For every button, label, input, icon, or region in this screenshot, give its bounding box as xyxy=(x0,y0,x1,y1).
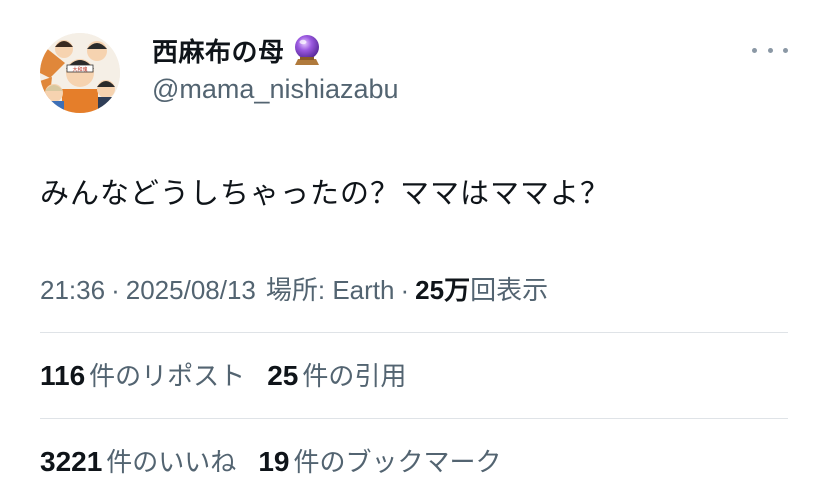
views-label: 回表示 xyxy=(470,275,549,305)
bookmarks-count: 19 xyxy=(258,446,290,477)
likes-label: 件のいいね xyxy=(106,448,237,478)
reposts-label: 件のリポスト xyxy=(89,362,246,392)
quotes-stat[interactable]: 25 件の引用 xyxy=(267,356,406,393)
avatar-illustration: 大和魂 xyxy=(40,33,120,113)
tweet-meta: 21:36 · 2025/08/13 場所: Earth · 25万 回表示 xyxy=(40,270,548,307)
tweet-time[interactable]: 21:36 xyxy=(40,275,105,306)
divider xyxy=(40,332,788,333)
svg-text:大和魂: 大和魂 xyxy=(72,66,87,73)
likes-stat[interactable]: 3221 件のいいね xyxy=(40,442,236,479)
author-name-row: 西麻布の母 xyxy=(152,30,323,70)
meta-separator: · xyxy=(111,275,120,305)
more-dot xyxy=(767,47,773,53)
more-dot xyxy=(752,47,757,53)
reposts-count: 116 xyxy=(40,360,86,391)
avatar[interactable]: 大和魂 xyxy=(40,33,120,113)
bookmarks-label: 件のブックマーク xyxy=(293,448,502,478)
quotes-count: 25 xyxy=(267,360,299,391)
stats-row-reposts: 116 件のリポスト 25 件の引用 xyxy=(40,356,428,393)
reposts-stat[interactable]: 116 件のリポスト xyxy=(40,356,245,393)
more-options-icon[interactable] xyxy=(752,40,788,60)
quotes-label: 件の引用 xyxy=(302,362,407,392)
display-name[interactable]: 西麻布の母 xyxy=(152,32,285,69)
tweet-date[interactable]: 2025/08/13 xyxy=(126,275,256,306)
stats-row-likes: 3221 件のいいね 19 件のブックマーク xyxy=(40,442,523,479)
views-count: 25万 xyxy=(415,275,471,305)
tweet-text: みんなどうしちゃったの？ママはママよ？ xyxy=(40,176,611,210)
tweet-location: 場所: Earth xyxy=(265,275,395,305)
more-dot xyxy=(783,47,788,53)
author-handle[interactable]: @mama_nishiazabu xyxy=(152,74,399,105)
likes-count: 3221 xyxy=(40,446,103,477)
divider xyxy=(40,418,788,419)
bookmarks-stat[interactable]: 19 件のブックマーク xyxy=(258,442,501,479)
meta-separator: · xyxy=(400,275,410,305)
crystal-ball-icon xyxy=(291,33,323,67)
